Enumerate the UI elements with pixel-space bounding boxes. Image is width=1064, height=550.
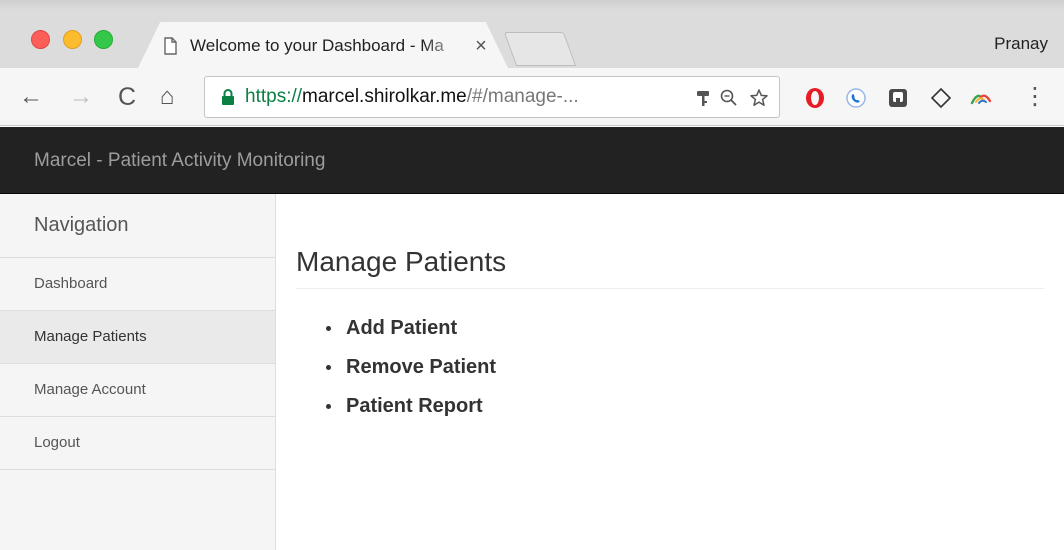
maximize-window-button[interactable] [94, 30, 113, 49]
sidebar-item-dashboard[interactable]: Dashboard [0, 258, 275, 311]
bullet-icon [326, 404, 331, 409]
close-window-button[interactable] [31, 30, 50, 49]
main-content: Manage Patients Add Patient Remove Patie… [296, 194, 1044, 434]
back-arrow-icon[interactable]: ← [16, 82, 46, 112]
list-item: Patient Report [324, 395, 1044, 434]
new-tab-button[interactable] [503, 32, 577, 66]
diamond-icon[interactable] [930, 87, 952, 109]
skype-icon[interactable] [845, 87, 867, 109]
url-path: /#/manage-... [466, 86, 579, 107]
url-host: marcel.shirolkar.me [302, 86, 467, 107]
patient-actions-list: Add Patient Remove Patient Patient Repor… [296, 317, 1044, 434]
extension-box-icon[interactable] [887, 87, 909, 109]
tab-strip-top-edge [0, 0, 1064, 10]
home-icon[interactable]: ⌂ [152, 82, 182, 112]
remove-patient-link[interactable]: Remove Patient [346, 356, 496, 378]
tab-title: Welcome to your Dashboard - Ma [190, 36, 444, 55]
opera-icon[interactable] [804, 87, 826, 109]
star-icon[interactable] [749, 88, 769, 108]
sidebar-heading: Navigation [0, 194, 275, 258]
list-item: Remove Patient [324, 356, 1044, 395]
app-brand[interactable]: Marcel - Patient Activity Monitoring [34, 127, 325, 194]
bullet-icon [326, 365, 331, 370]
tab-close-icon[interactable]: × [470, 34, 492, 58]
bullet-icon [326, 326, 331, 331]
add-patient-link[interactable]: Add Patient [346, 317, 457, 339]
browser-menu-icon[interactable]: ⋮ [1020, 82, 1050, 112]
minimize-window-button[interactable] [63, 30, 82, 49]
reload-icon[interactable]: C [112, 82, 142, 112]
key-icon[interactable] [693, 88, 713, 108]
browser-toolbar: ← → C ⌂ https://marcel.shirolkar.me/#/ma… [0, 68, 1064, 126]
page-title: Manage Patients [296, 246, 1044, 289]
list-item: Add Patient [324, 317, 1044, 356]
browser-tab-strip: Welcome to your Dashboard - Ma × Pranay [0, 0, 1064, 68]
patient-report-link[interactable]: Patient Report [346, 395, 483, 417]
wave-icon[interactable] [970, 87, 992, 109]
url-text[interactable]: https://marcel.shirolkar.me/#/manage-... [245, 77, 579, 117]
sidebar: Navigation Dashboard Manage Patients Man… [0, 194, 276, 550]
forward-arrow-icon[interactable]: → [66, 82, 96, 112]
sidebar-item-manage-account[interactable]: Manage Account [0, 364, 275, 417]
url-scheme: https:// [245, 86, 303, 107]
lock-icon [222, 89, 234, 105]
page-icon [164, 37, 177, 55]
profile-name[interactable]: Pranay [994, 32, 1048, 56]
zoom-icon[interactable] [719, 88, 739, 108]
app-navbar: Marcel - Patient Activity Monitoring [0, 127, 1064, 194]
sidebar-item-manage-patients[interactable]: Manage Patients [0, 311, 275, 364]
address-bar[interactable]: https://marcel.shirolkar.me/#/manage-... [204, 76, 780, 118]
sidebar-item-logout[interactable]: Logout [0, 417, 275, 470]
